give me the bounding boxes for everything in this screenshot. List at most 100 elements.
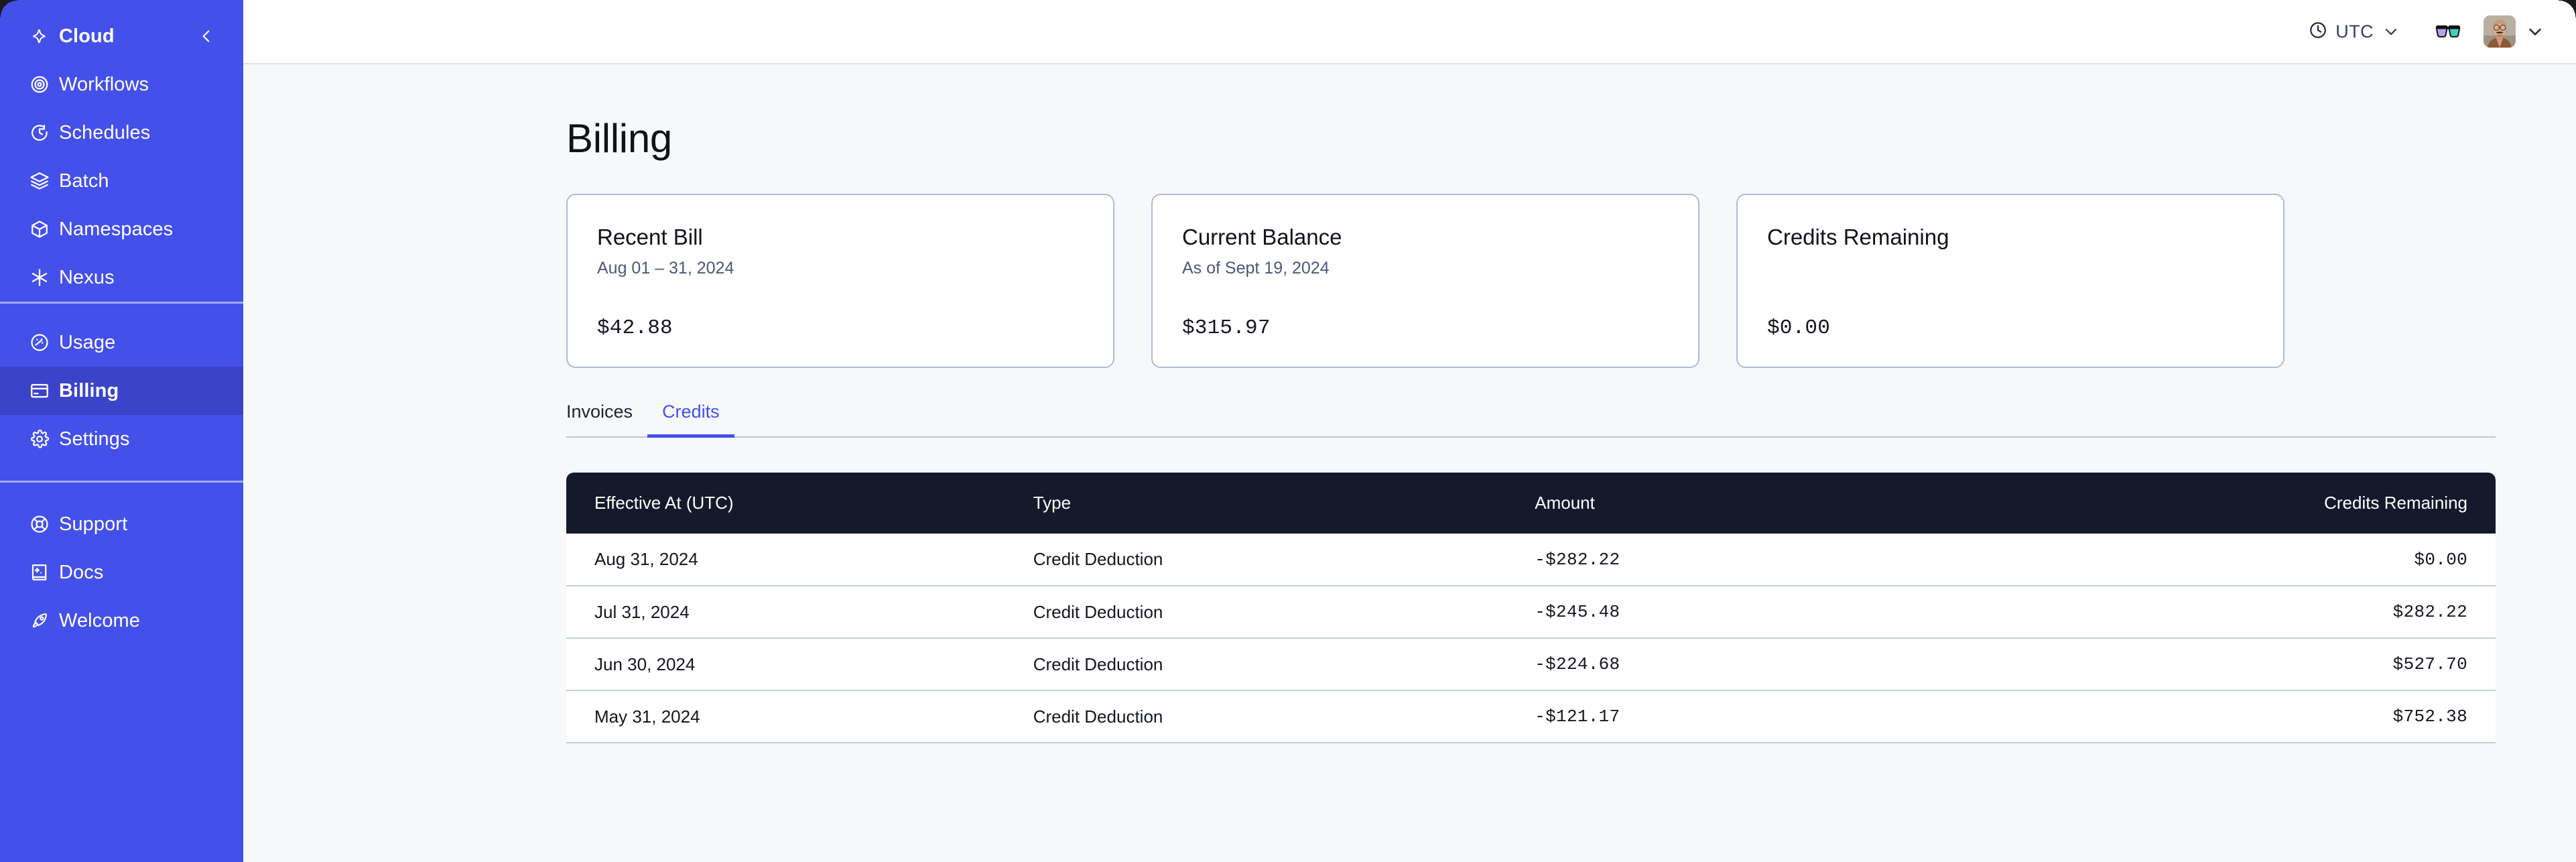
billing-tabs: Invoices Credits <box>566 402 2496 438</box>
sidebar-divider-1 <box>0 302 243 304</box>
chevron-down-icon <box>2525 21 2545 42</box>
sidebar-item-batch[interactable]: Batch <box>0 157 243 205</box>
tab-credits[interactable]: Credits <box>647 402 734 438</box>
cell-remaining: $0.00 <box>2013 534 2496 587</box>
sidebar-brand[interactable]: Cloud <box>0 12 243 60</box>
settings-icon <box>29 429 59 449</box>
card-value: $0.00 <box>1767 316 1831 340</box>
cell-type: Credit Deduction <box>1033 638 1535 691</box>
credits-table: Effective At (UTC) Type Amount Credits R… <box>566 473 2496 743</box>
card-title: Recent Bill <box>597 225 703 249</box>
sidebar: Cloud Workflows Schedules Batch Namespac… <box>0 0 243 862</box>
sidebar-item-workflows[interactable]: Workflows <box>0 60 243 109</box>
table-body: Aug 31, 2024 Credit Deduction -$282.22 $… <box>566 534 2496 743</box>
cell-date: Aug 31, 2024 <box>566 534 1033 587</box>
sidebar-help-group: Support Docs Welcome <box>0 483 243 645</box>
cell-date: May 31, 2024 <box>566 690 1033 743</box>
chevron-left-icon[interactable] <box>195 25 218 48</box>
card-title: Credits Remaining <box>1767 225 1949 249</box>
docs-icon <box>29 562 59 582</box>
summary-cards: Recent Bill Aug 01 – 31, 2024 $42.88 Cur… <box>566 194 2496 368</box>
sidebar-item-label: Support <box>59 513 128 535</box>
content-area: Billing Recent Bill Aug 01 – 31, 2024 $4… <box>243 64 2576 862</box>
sidebar-item-usage[interactable]: Usage <box>0 318 243 367</box>
card-title: Current Balance <box>1182 225 1342 249</box>
sidebar-item-docs[interactable]: Docs <box>0 548 243 597</box>
sidebar-item-label: Namespaces <box>59 218 174 240</box>
card-subtitle: As of Sept 19, 2024 <box>1182 259 1330 278</box>
3d-glasses-icon[interactable] <box>2434 21 2462 42</box>
namespaces-icon <box>29 219 59 239</box>
sidebar-item-label: Nexus <box>59 266 115 288</box>
nexus-icon <box>29 267 59 288</box>
cloud-star-icon <box>29 26 59 46</box>
sidebar-item-support[interactable]: Support <box>0 500 243 548</box>
summary-card-credits-remaining: Credits Remaining $0.00 <box>1736 194 2284 368</box>
column-header-credits-remaining[interactable]: Credits Remaining <box>2013 473 2496 534</box>
cell-remaining: $282.22 <box>2013 586 2496 639</box>
chevron-down-icon <box>2382 22 2400 41</box>
sidebar-item-welcome[interactable]: Welcome <box>0 597 243 645</box>
table-row[interactable]: Jul 31, 2024 Credit Deduction -$245.48 $… <box>566 586 2496 639</box>
sidebar-item-label: Billing <box>59 379 119 402</box>
batch-icon <box>29 171 59 191</box>
usage-icon <box>29 332 59 353</box>
workflows-icon <box>29 74 59 95</box>
timezone-selector[interactable]: UTC <box>2305 17 2404 47</box>
sidebar-item-nexus[interactable]: Nexus <box>0 253 243 302</box>
sidebar-item-label: Usage <box>59 331 116 353</box>
card-value: $315.97 <box>1182 316 1271 340</box>
sidebar-item-label: Welcome <box>59 609 141 631</box>
table-row[interactable]: May 31, 2024 Credit Deduction -$121.17 $… <box>566 690 2496 743</box>
table-row[interactable]: Jun 30, 2024 Credit Deduction -$224.68 $… <box>566 638 2496 691</box>
sidebar-item-label: Docs <box>59 561 104 583</box>
app-window: Cloud Workflows Schedules Batch Namespac… <box>0 0 2576 862</box>
sidebar-item-label: Schedules <box>59 121 151 143</box>
sidebar-item-billing[interactable]: Billing <box>0 367 243 415</box>
sidebar-item-label: Batch <box>59 170 109 192</box>
sidebar-top-group: Cloud Workflows Schedules Batch Namespac… <box>0 0 243 302</box>
column-header-effective-at[interactable]: Effective At (UTC) <box>566 473 1033 534</box>
sidebar-item-label: Workflows <box>59 73 149 95</box>
timezone-label: UTC <box>2335 21 2374 42</box>
sidebar-item-namespaces[interactable]: Namespaces <box>0 205 243 253</box>
column-header-amount[interactable]: Amount <box>1535 473 2014 534</box>
credits-table-wrap: Effective At (UTC) Type Amount Credits R… <box>566 473 2496 743</box>
cell-date: Jun 30, 2024 <box>566 638 1033 691</box>
sidebar-item-label: Settings <box>59 428 130 450</box>
main-area: UTC Billing Recent Bill Aug 01 – 31, 202… <box>243 0 2576 862</box>
user-menu[interactable] <box>2484 15 2545 48</box>
cell-amount: -$245.48 <box>1535 586 2014 639</box>
page-title: Billing <box>566 116 672 161</box>
sidebar-account-group: Usage Billing Settings <box>0 304 243 481</box>
sidebar-item-settings[interactable]: Settings <box>0 415 243 463</box>
sidebar-item-schedules[interactable]: Schedules <box>0 109 243 157</box>
cell-amount: -$282.22 <box>1535 534 2014 587</box>
support-icon <box>29 514 59 534</box>
table-head: Effective At (UTC) Type Amount Credits R… <box>566 473 2496 534</box>
page-inner: Billing Recent Bill Aug 01 – 31, 2024 $4… <box>243 115 2576 743</box>
cell-remaining: $527.70 <box>2013 638 2496 691</box>
cell-amount: -$224.68 <box>1535 638 2014 691</box>
cell-amount: -$121.17 <box>1535 690 2014 743</box>
clock-icon <box>2309 21 2327 43</box>
cell-type: Credit Deduction <box>1033 690 1535 743</box>
cell-type: Credit Deduction <box>1033 586 1535 639</box>
cell-date: Jul 31, 2024 <box>566 586 1033 639</box>
top-bar: UTC <box>243 0 2576 64</box>
summary-card-recent-bill: Recent Bill Aug 01 – 31, 2024 $42.88 <box>566 194 1114 368</box>
schedules-icon <box>29 123 59 143</box>
user-avatar <box>2484 15 2516 48</box>
summary-card-current-balance: Current Balance As of Sept 19, 2024 $315… <box>1151 194 1699 368</box>
table-row[interactable]: Aug 31, 2024 Credit Deduction -$282.22 $… <box>566 534 2496 587</box>
sidebar-divider-2 <box>0 481 243 483</box>
sidebar-brand-label: Cloud <box>59 25 115 47</box>
welcome-icon <box>29 611 59 631</box>
card-value: $42.88 <box>597 316 673 340</box>
table-header-row: Effective At (UTC) Type Amount Credits R… <box>566 473 2496 534</box>
cell-remaining: $752.38 <box>2013 690 2496 743</box>
cell-type: Credit Deduction <box>1033 534 1535 587</box>
tab-invoices[interactable]: Invoices <box>566 402 647 438</box>
column-header-type[interactable]: Type <box>1033 473 1535 534</box>
card-subtitle: Aug 01 – 31, 2024 <box>597 259 734 278</box>
